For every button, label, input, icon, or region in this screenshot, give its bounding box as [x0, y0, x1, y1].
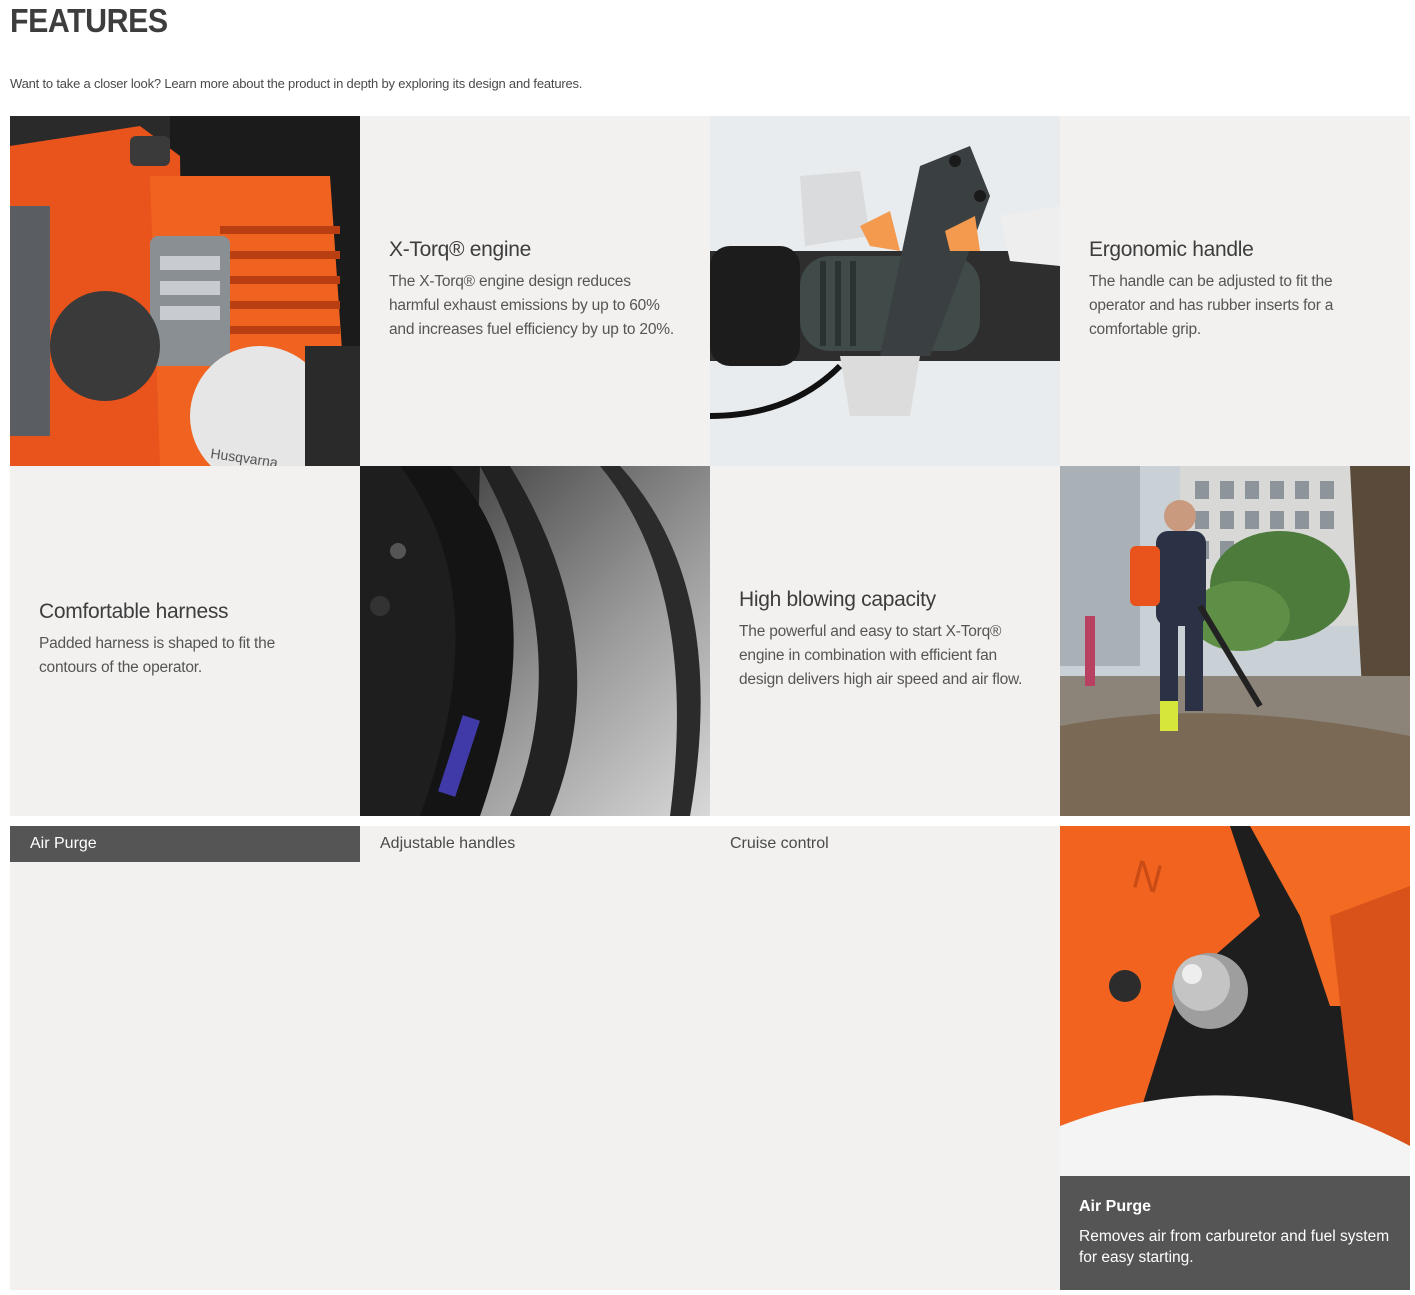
handle-image [710, 116, 1060, 466]
harness-image [360, 466, 710, 816]
feature-description: Padded harness is shaped to fit the cont… [39, 635, 275, 676]
engine-image: Husqvarna [10, 116, 360, 466]
feature-title: X-Torq® engine [389, 238, 532, 261]
feature-tile-harness: Comfortable harness Padded harness is sh… [10, 466, 360, 816]
tab-cruise-control[interactable]: Cruise control [710, 826, 1060, 862]
feature-title: Ergonomic handle [1089, 238, 1254, 261]
tab-adjustable-handles[interactable]: Adjustable handles [360, 826, 710, 862]
caption-description: Removes air from carburetor and fuel sys… [1079, 1228, 1390, 1266]
feature-title: High blowing capacity [739, 588, 936, 611]
feature-tile-blowing: High blowing capacity The powerful and e… [710, 466, 1060, 816]
feature-tab-panel [10, 826, 1060, 1290]
page-title: FEATURES [10, 2, 168, 39]
tab-air-purge[interactable]: Air Purge [10, 826, 360, 862]
intro-text: Want to take a closer look? Learn more a… [10, 76, 583, 91]
blower-operator-image [1060, 466, 1410, 816]
feature-description: The handle can be adjusted to fit the op… [1089, 273, 1334, 338]
caption-title: Air Purge [1079, 1198, 1152, 1215]
feature-description: The powerful and easy to start X-Torq® e… [739, 623, 1023, 688]
air-purge-image: N [1060, 826, 1410, 1176]
feature-title: Comfortable harness [39, 600, 229, 623]
feature-tile-xtorq: X-Torq® engine The X-Torq® engine design… [360, 116, 710, 466]
feature-tile-ergonomic: Ergonomic handle The handle can be adjus… [1060, 116, 1410, 466]
active-feature-caption: Air Purge Removes air from carburetor an… [1060, 1176, 1410, 1290]
feature-description: The X-Torq® engine design reduces harmfu… [389, 273, 674, 338]
